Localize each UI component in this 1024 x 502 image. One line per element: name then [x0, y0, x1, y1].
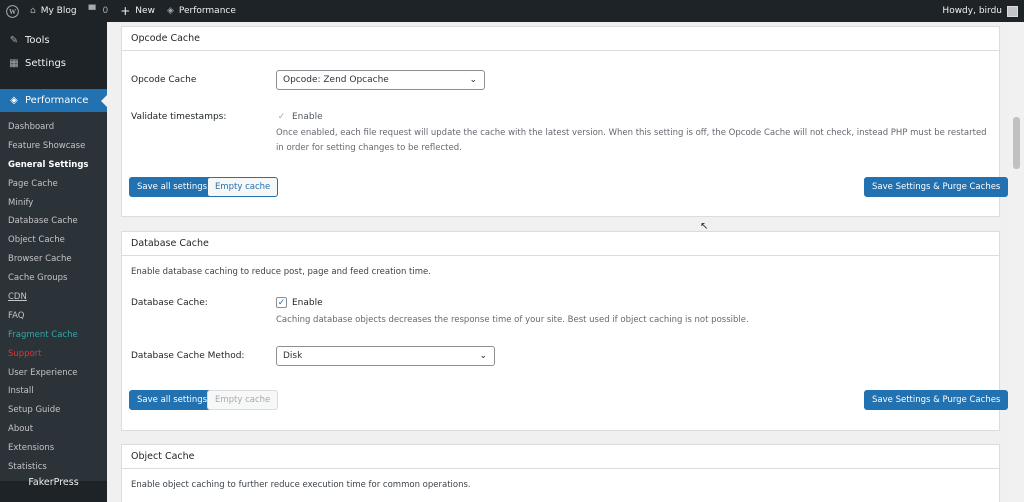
- database-cache-box: Database Cache Enable database caching t…: [121, 231, 1009, 431]
- database-cache-label: Database Cache:: [131, 298, 208, 308]
- wordpress-logo-icon[interactable]: W: [0, 0, 24, 22]
- site-name-link[interactable]: ⌂ My Blog: [24, 0, 83, 22]
- submenu-extensions[interactable]: Extensions: [0, 439, 107, 458]
- submenu-about[interactable]: About: [0, 420, 107, 439]
- submenu-support[interactable]: Support: [0, 345, 107, 364]
- admin-bar: W ⌂ My Blog ▀ 0 + New ◈ Performance Howd…: [0, 0, 1024, 22]
- menu-performance-label: Performance: [25, 95, 89, 106]
- opcode-cache-selected: Opcode: Zend Opcache: [283, 75, 389, 85]
- save-purge-caches-button[interactable]: Save Settings & Purge Caches: [864, 177, 1009, 197]
- menu-fakerpress[interactable]: FakerPress: [0, 472, 107, 494]
- database-cache-method-label: Database Cache Method:: [131, 351, 245, 361]
- performance-icon: ◈: [10, 95, 18, 106]
- object-cache-box: Object Cache Enable object caching to fu…: [121, 444, 1000, 502]
- database-cache-title: Database Cache: [122, 232, 999, 256]
- comments-link[interactable]: ▀ 0: [83, 0, 115, 22]
- check-icon: ✓: [276, 297, 287, 308]
- save-purge-caches-button[interactable]: Save Settings & Purge Caches: [864, 390, 1009, 410]
- admin-sidebar: ✎ Tools ▦ Settings ◈ Performance Dashboa…: [0, 22, 107, 502]
- database-cache-intro: Enable database caching to reduce post, …: [131, 267, 431, 277]
- database-cache-method-select[interactable]: Disk ⌄: [276, 346, 495, 366]
- submenu-user-experience[interactable]: User Experience: [0, 364, 107, 383]
- validate-timestamps-label: Validate timestamps:: [131, 112, 227, 122]
- performance-icon: ◈: [166, 6, 174, 16]
- save-all-settings-button[interactable]: Save all settings: [129, 390, 216, 410]
- check-icon: ✓: [276, 111, 287, 122]
- howdy-text: Howdy, birdu: [942, 6, 1002, 16]
- database-cache-method-selected: Disk: [283, 351, 303, 361]
- settings-sliders-icon: ▦: [9, 58, 19, 69]
- menu-tools[interactable]: ✎ Tools: [0, 29, 107, 52]
- menu-settings-label: Settings: [25, 58, 67, 69]
- menu-tools-label: Tools: [25, 35, 50, 46]
- chevron-down-icon: ⌄: [479, 351, 487, 361]
- submenu-database-cache[interactable]: Database Cache: [0, 212, 107, 231]
- comment-icon: ▀: [88, 6, 96, 16]
- new-label: New: [135, 6, 155, 16]
- opcode-cache-title: Opcode Cache: [122, 27, 999, 51]
- menu-performance[interactable]: ◈ Performance: [0, 89, 107, 112]
- comments-count: 0: [102, 6, 109, 16]
- submenu-setup-guide[interactable]: Setup Guide: [0, 401, 107, 420]
- mouse-cursor-icon: ↖: [700, 221, 709, 232]
- submenu-minify[interactable]: Minify: [0, 194, 107, 213]
- database-cache-description: Caching database objects decreases the r…: [276, 315, 749, 325]
- main-content: Opcode Cache Opcode Cache Opcode: Zend O…: [107, 22, 1009, 502]
- submenu-general-settings[interactable]: General Settings: [0, 156, 107, 175]
- my-account-link[interactable]: Howdy, birdu: [936, 0, 1024, 22]
- new-content-link[interactable]: + New: [114, 0, 161, 22]
- site-name: My Blog: [40, 6, 77, 16]
- chevron-down-icon: ⌄: [469, 75, 477, 85]
- submenu-cache-groups[interactable]: Cache Groups: [0, 269, 107, 288]
- plus-icon: +: [120, 4, 131, 18]
- submenu-faq[interactable]: FAQ: [0, 307, 107, 326]
- validate-enable-label: Enable: [292, 111, 323, 122]
- submenu-object-cache[interactable]: Object Cache: [0, 231, 107, 250]
- object-cache-title: Object Cache: [122, 445, 999, 469]
- menu-settings[interactable]: ▦ Settings: [0, 52, 107, 75]
- empty-cache-button[interactable]: Empty cache: [207, 177, 279, 197]
- submenu-feature-showcase[interactable]: Feature Showcase: [0, 137, 107, 156]
- opcode-cache-select[interactable]: Opcode: Zend Opcache ⌄: [276, 70, 485, 90]
- page-scrollbar[interactable]: [1009, 22, 1024, 502]
- performance-label: Performance: [178, 6, 236, 16]
- performance-link[interactable]: ◈ Performance: [161, 0, 242, 22]
- object-cache-intro: Enable object caching to further reduce …: [131, 480, 471, 490]
- submenu-browser-cache[interactable]: Browser Cache: [0, 250, 107, 269]
- scrollbar-thumb[interactable]: [1013, 117, 1020, 169]
- database-cache-checkbox[interactable]: ✓ Enable: [276, 297, 323, 308]
- submenu-dashboard[interactable]: Dashboard: [0, 118, 107, 137]
- empty-cache-button[interactable]: Empty cache: [207, 390, 279, 410]
- submenu-fragment-cache[interactable]: Fragment Cache: [0, 326, 107, 345]
- avatar: [1007, 5, 1018, 17]
- validate-timestamps-checkbox[interactable]: ✓ Enable: [276, 111, 323, 122]
- svg-text:W: W: [8, 8, 16, 16]
- home-icon: ⌂: [30, 6, 36, 16]
- validate-timestamps-description: Once enabled, each file request will upd…: [276, 128, 987, 153]
- opcode-cache-label: Opcode Cache: [131, 75, 197, 85]
- performance-submenu: Dashboard Feature Showcase General Setti…: [0, 112, 107, 481]
- save-all-settings-button[interactable]: Save all settings: [129, 177, 216, 197]
- submenu-page-cache[interactable]: Page Cache: [0, 175, 107, 194]
- submenu-install[interactable]: Install: [0, 382, 107, 401]
- database-enable-label: Enable: [292, 297, 323, 308]
- wrench-icon: ✎: [9, 35, 19, 46]
- submenu-cdn[interactable]: CDN: [0, 288, 107, 307]
- opcode-cache-box: Opcode Cache Opcode Cache Opcode: Zend O…: [121, 26, 1009, 217]
